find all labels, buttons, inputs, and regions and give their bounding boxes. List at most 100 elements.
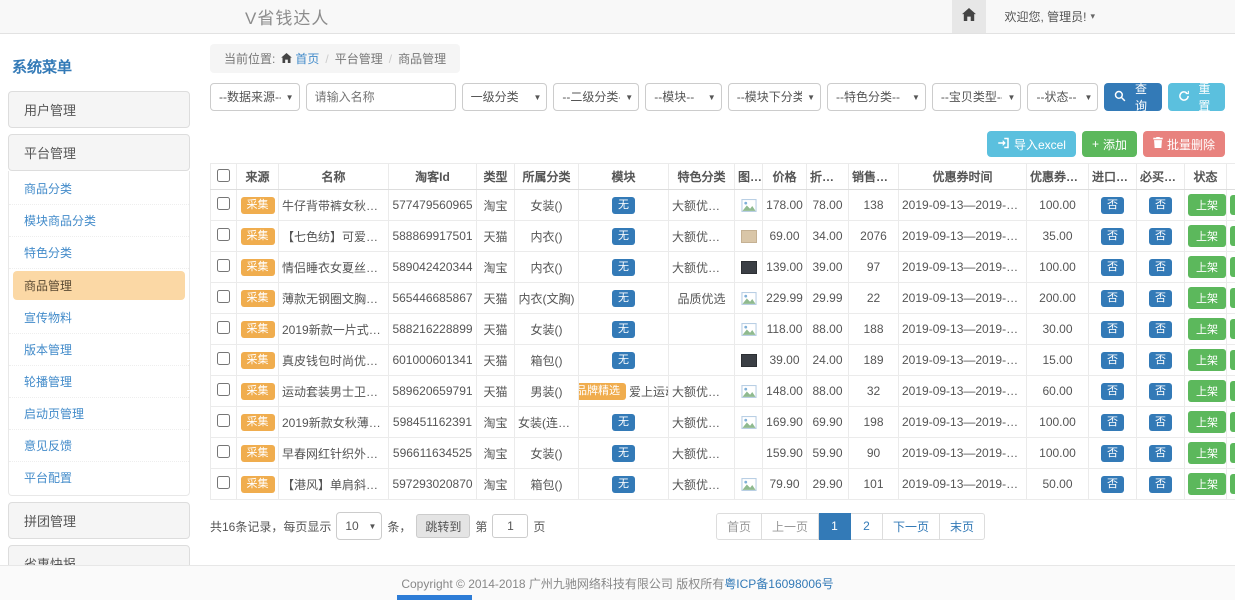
status-button[interactable]: 上架 (1188, 380, 1226, 402)
pager-item[interactable]: 2 (851, 513, 883, 540)
user-menu[interactable]: 欢迎您, 管理员! ▾ (986, 8, 1235, 25)
module-badge[interactable]: 无 (612, 352, 635, 369)
sidebar-group[interactable]: 用户管理 (8, 91, 190, 128)
edit-button[interactable] (1230, 288, 1235, 308)
sidebar-subitem[interactable]: 商品管理 (13, 271, 185, 300)
status-button[interactable]: 上架 (1188, 473, 1226, 495)
import-excel-button[interactable]: 导入excel (987, 131, 1076, 157)
import-select-toggle[interactable]: 否 (1101, 352, 1124, 369)
edit-button[interactable] (1230, 257, 1235, 277)
sidebar-subitem[interactable]: 模块商品分类 (9, 205, 189, 237)
must-buy-toggle[interactable]: 否 (1149, 290, 1172, 307)
row-checkbox[interactable] (217, 197, 230, 210)
module-badge[interactable]: 无 (612, 197, 635, 214)
status-button[interactable]: 上架 (1188, 287, 1226, 309)
import-select-toggle[interactable]: 否 (1101, 383, 1124, 400)
filter-select[interactable]: --状态-- (1027, 83, 1098, 111)
module-badge[interactable]: 品牌精选 (579, 383, 627, 400)
page-number-input[interactable] (492, 514, 528, 538)
module-badge[interactable]: 无 (612, 228, 635, 245)
sidebar-subitem[interactable]: 轮播管理 (9, 366, 189, 398)
filter-select[interactable]: --特色分类-- (827, 83, 926, 111)
sidebar-subitem[interactable]: 平台配置 (9, 462, 189, 493)
pager-item[interactable]: 首页 (716, 513, 762, 540)
jump-button[interactable]: 跳转到 (416, 514, 470, 538)
status-button[interactable]: 上架 (1188, 442, 1226, 464)
status-button[interactable]: 上架 (1188, 349, 1226, 371)
import-select-toggle[interactable]: 否 (1101, 228, 1124, 245)
sidebar-subitem[interactable]: 意见反馈 (9, 430, 189, 462)
edit-button[interactable] (1230, 319, 1235, 339)
reset-button[interactable]: 重置 (1168, 83, 1225, 111)
sidebar-subitem[interactable]: 特色分类 (9, 237, 189, 269)
edit-button[interactable] (1230, 195, 1235, 215)
pager-item[interactable]: 下一页 (883, 513, 940, 540)
home-button[interactable] (952, 0, 986, 33)
row-checkbox[interactable] (217, 445, 230, 458)
sidebar-subitem[interactable]: 启动页管理 (9, 398, 189, 430)
edit-button[interactable] (1230, 474, 1235, 494)
row-checkbox[interactable] (217, 228, 230, 241)
must-buy-toggle[interactable]: 否 (1149, 321, 1172, 338)
row-checkbox[interactable] (217, 383, 230, 396)
sidebar-subitem[interactable]: 商品分类 (9, 173, 189, 205)
import-select-toggle[interactable]: 否 (1101, 476, 1124, 493)
filter-select[interactable]: --数据来源-- (210, 83, 300, 111)
row-checkbox[interactable] (217, 352, 230, 365)
module-badge[interactable]: 无 (612, 476, 635, 493)
must-buy-toggle[interactable]: 否 (1149, 228, 1172, 245)
filter-select[interactable]: --宝贝类型-- (932, 83, 1022, 111)
row-checkbox[interactable] (217, 321, 230, 334)
filter-select[interactable]: --二级分类-- (553, 83, 639, 111)
select-all-checkbox[interactable] (217, 169, 230, 182)
name-search-input[interactable] (306, 83, 456, 111)
edit-button[interactable] (1230, 350, 1235, 370)
filter-select[interactable]: --模块下分类-- (728, 83, 821, 111)
row-checkbox[interactable] (217, 259, 230, 272)
must-buy-toggle[interactable]: 否 (1149, 352, 1172, 369)
row-checkbox[interactable] (217, 290, 230, 303)
breadcrumb-home-link[interactable]: 首页 (281, 50, 319, 67)
must-buy-toggle[interactable]: 否 (1149, 383, 1172, 400)
import-select-toggle[interactable]: 否 (1101, 259, 1124, 276)
icp-link[interactable]: 粤ICP备16098006号 (724, 575, 833, 592)
status-button[interactable]: 上架 (1188, 256, 1226, 278)
edit-button[interactable] (1230, 381, 1235, 401)
sidebar-subitem[interactable]: 版本管理 (9, 334, 189, 366)
pager-item[interactable]: 上一页 (762, 513, 819, 540)
pager-item[interactable]: 1 (819, 513, 851, 540)
status-button[interactable]: 上架 (1188, 318, 1226, 340)
import-select-toggle[interactable]: 否 (1101, 290, 1124, 307)
row-checkbox[interactable] (217, 414, 230, 427)
edit-button[interactable] (1230, 226, 1235, 246)
sidebar-subitem[interactable]: 宣传物料 (9, 302, 189, 334)
row-checkbox[interactable] (217, 476, 230, 489)
must-buy-toggle[interactable]: 否 (1149, 476, 1172, 493)
add-button[interactable]: + 添加 (1082, 131, 1137, 157)
module-badge[interactable]: 无 (612, 414, 635, 431)
status-button[interactable]: 上架 (1188, 411, 1226, 433)
import-select-toggle[interactable]: 否 (1101, 197, 1124, 214)
import-select-toggle[interactable]: 否 (1101, 321, 1124, 338)
module-badge[interactable]: 无 (612, 290, 635, 307)
module-badge[interactable]: 无 (612, 445, 635, 462)
must-buy-toggle[interactable]: 否 (1149, 259, 1172, 276)
must-buy-toggle[interactable]: 否 (1149, 197, 1172, 214)
status-button[interactable]: 上架 (1188, 225, 1226, 247)
import-select-toggle[interactable]: 否 (1101, 445, 1124, 462)
per-page-select[interactable]: 10 (336, 512, 382, 540)
module-badge[interactable]: 无 (612, 259, 635, 276)
edit-button[interactable] (1230, 412, 1235, 432)
module-badge[interactable]: 无 (612, 321, 635, 338)
search-button[interactable]: 查询 (1104, 83, 1161, 111)
must-buy-toggle[interactable]: 否 (1149, 414, 1172, 431)
must-buy-toggle[interactable]: 否 (1149, 445, 1172, 462)
filter-select[interactable]: 一级分类 (462, 83, 548, 111)
sidebar-group[interactable]: 拼团管理 (8, 502, 190, 539)
sidebar-group[interactable]: 平台管理 (8, 134, 190, 171)
filter-select[interactable]: --模块-- (645, 83, 722, 111)
bulk-delete-button[interactable]: 批量删除 (1143, 131, 1225, 157)
edit-button[interactable] (1230, 443, 1235, 463)
status-button[interactable]: 上架 (1188, 194, 1226, 216)
import-select-toggle[interactable]: 否 (1101, 414, 1124, 431)
